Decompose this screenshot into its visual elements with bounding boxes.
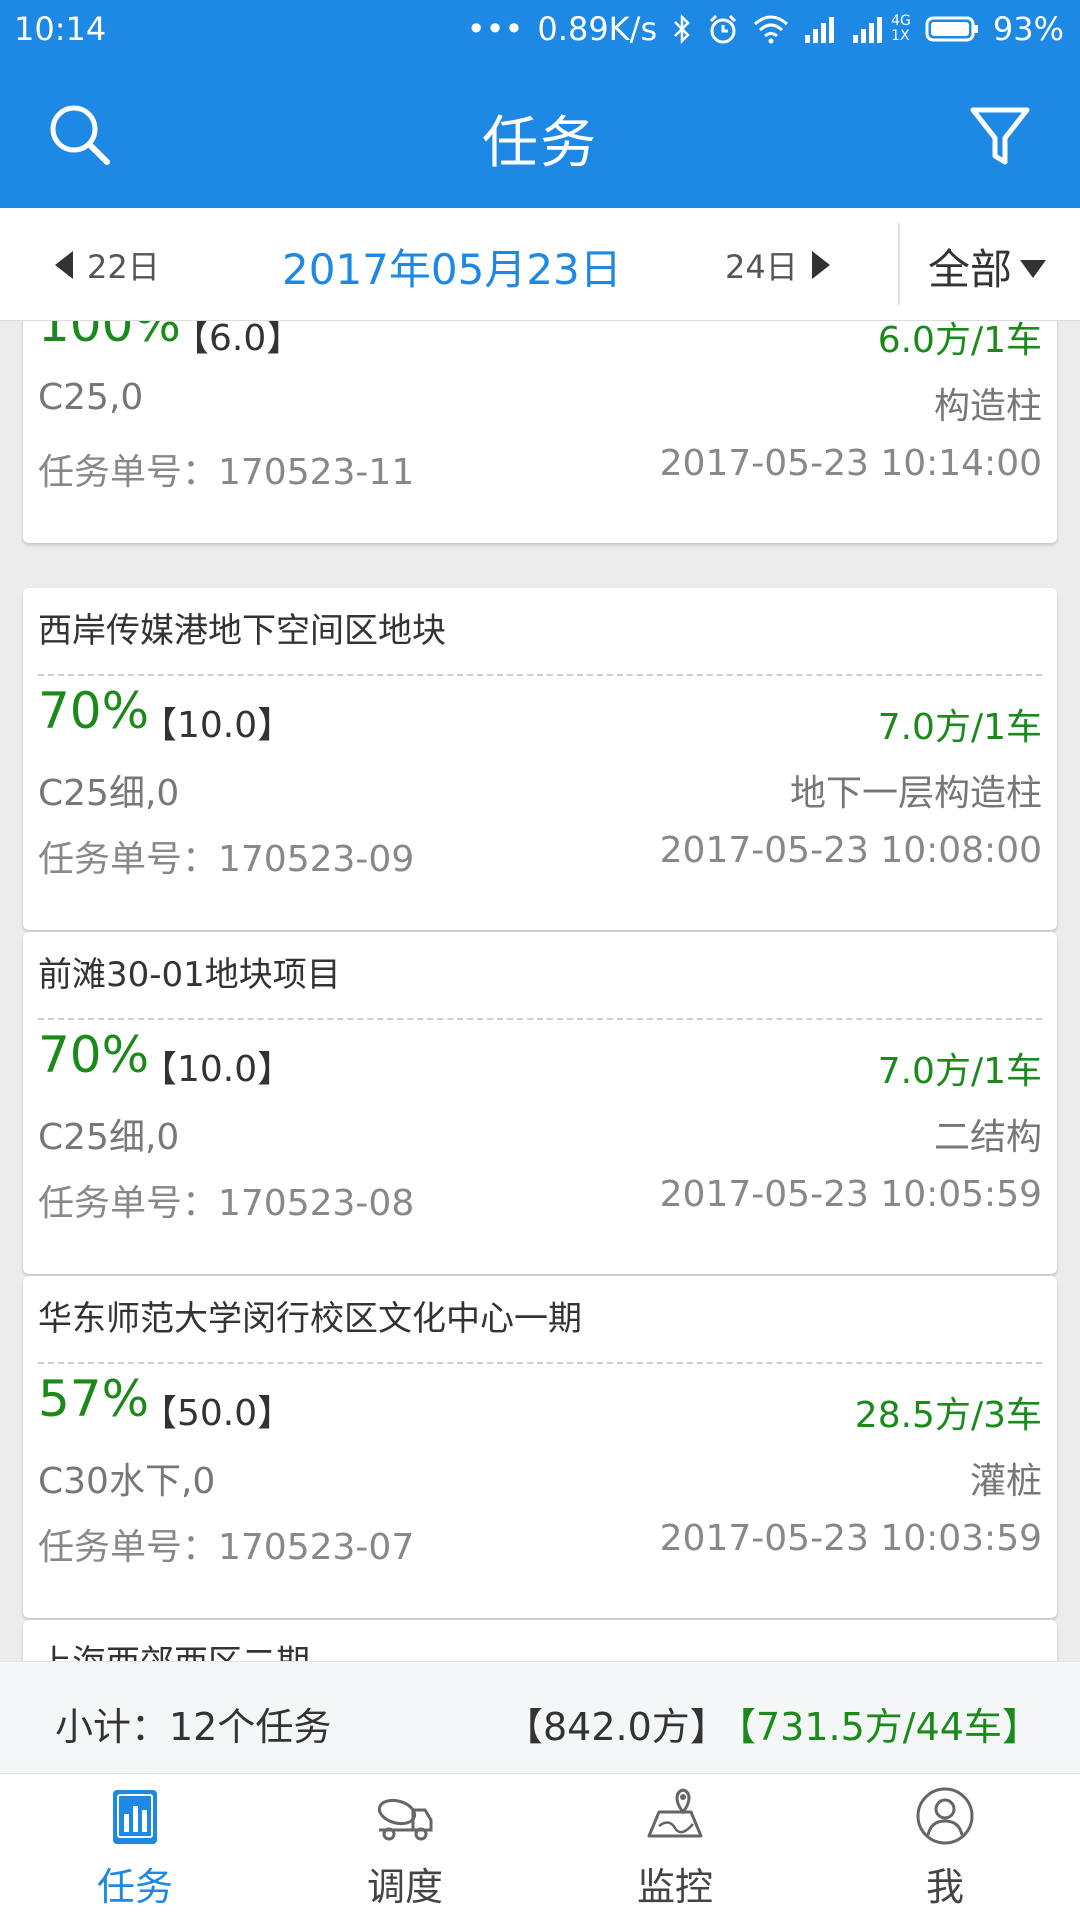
network-speed: 0.89K/s [537, 10, 658, 48]
task-project-name: 华东师范大学闵行校区文化中心一期 [38, 1276, 1042, 1364]
summary-bar: 小计：12个任务 【842.0方】 【731.5方/44车】 [0, 1661, 1080, 1774]
task-time: 2017-05-23 10:03:59 [659, 1518, 1042, 1559]
task-icon [113, 1790, 157, 1844]
task-percent: 70% [38, 1026, 150, 1084]
mixer-truck-icon [377, 1798, 433, 1841]
task-time: 2017-05-23 10:05:59 [659, 1174, 1042, 1215]
arrow-right-icon [811, 251, 830, 279]
task-percent: 100% [38, 321, 181, 353]
task-card[interactable]: 华东师范大学闵行校区文化中心一期 57% 【50.0】 28.5方/3车 C30… [23, 1276, 1057, 1618]
task-concrete-grade: C25细,0 [38, 773, 180, 814]
summary-plan-total: 【842.0方】 [505, 1705, 728, 1749]
battery-icon [925, 16, 978, 42]
date-bar: 22日 2017年05月23日 24日 全部 [0, 208, 1080, 321]
nav-tab-tasks[interactable]: 任务 [0, 1774, 270, 1921]
task-card[interactable]: 西岸传媒港地下空间区地块 70% 【10.0】 7.0方/1车 C25细,0 地… [23, 588, 1057, 930]
task-number: 任务单号：170523-09 [38, 839, 415, 880]
signal-icon [805, 17, 835, 43]
task-time: 2017-05-23 10:14:00 [659, 443, 1042, 484]
scope-dropdown[interactable]: 全部 [928, 236, 1047, 297]
sim-label: 1X [891, 28, 910, 44]
task-plan-volume: 【10.0】 [141, 705, 294, 746]
battery-percent: 93% [992, 10, 1064, 48]
bluetooth-icon [674, 13, 690, 45]
task-card[interactable]: 100% 【6.0】 6.0方/1车 C25,0 构造柱 任务单号：170523… [23, 321, 1057, 543]
status-bar: 10:14 ••• 0.89K/s 4G 1X 93% [0, 0, 1080, 58]
task-delivered-volume: 7.0方/1车 [877, 707, 1042, 748]
nav-tab-monitor[interactable]: 监控 [540, 1774, 810, 1921]
more-dots-icon: ••• [466, 10, 524, 48]
nav-label: 任务 [96, 1865, 173, 1909]
task-construction-part: 地下一层构造柱 [789, 773, 1042, 814]
task-delivered-volume: 6.0方/1车 [877, 321, 1042, 361]
nav-tab-dispatch[interactable]: 调度 [270, 1774, 540, 1921]
task-plan-volume: 【6.0】 [173, 321, 303, 359]
task-time: 2017-05-23 10:08:00 [659, 830, 1042, 871]
filter-icon [970, 107, 1030, 165]
prev-day-button[interactable]: 22日 [55, 242, 160, 288]
task-plan-volume: 【50.0】 [141, 1393, 294, 1434]
current-date[interactable]: 2017年05月23日 [282, 236, 622, 297]
network-type: 4G [891, 13, 911, 29]
status-time: 10:14 [14, 10, 107, 48]
next-day-label: 24日 [725, 248, 798, 286]
arrow-left-icon [55, 251, 73, 279]
app-header: 任务 [0, 58, 1080, 208]
task-concrete-grade: C30水下,0 [38, 1461, 216, 1502]
next-day-button[interactable]: 24日 [725, 242, 830, 288]
filter-button[interactable] [965, 100, 1035, 170]
task-construction-part: 构造柱 [933, 386, 1042, 427]
map-monitor-icon [647, 1788, 703, 1838]
task-percent: 70% [38, 682, 150, 740]
task-number: 任务单号：170523-11 [38, 452, 415, 493]
task-concrete-grade: C25,0 [38, 377, 144, 418]
page-title: 任务 [482, 111, 598, 176]
task-construction-part: 灌桩 [969, 1461, 1042, 1502]
nav-label: 调度 [366, 1865, 443, 1909]
task-construction-part: 二结构 [933, 1117, 1042, 1158]
task-card[interactable]: 前滩30-01地块项目 70% 【10.0】 7.0方/1车 C25细,0 二结… [23, 932, 1057, 1274]
dropdown-arrow-icon [1020, 259, 1047, 278]
nav-label: 我 [925, 1865, 964, 1909]
task-plan-volume: 【10.0】 [141, 1049, 294, 1090]
alarm-icon [710, 14, 737, 44]
task-delivered-volume: 28.5方/3车 [854, 1395, 1042, 1436]
divider [898, 223, 900, 305]
task-concrete-grade: C25细,0 [38, 1117, 180, 1158]
bottom-nav: 任务 调度 监控 我 [0, 1773, 1080, 1921]
task-card[interactable]: 上海西郊西区二期 [23, 1620, 1057, 1661]
scope-dropdown-label: 全部 [928, 245, 1013, 294]
task-project-name: 前滩30-01地块项目 [38, 932, 1042, 1020]
prev-day-label: 22日 [87, 248, 160, 286]
task-number: 任务单号：170523-08 [38, 1183, 415, 1224]
user-icon [916, 1787, 974, 1845]
task-percent: 57% [38, 1370, 150, 1428]
task-number: 任务单号：170523-07 [38, 1527, 415, 1568]
nav-label: 监控 [636, 1865, 713, 1909]
signal-4g-icon [853, 17, 883, 43]
nav-tab-me[interactable]: 我 [810, 1774, 1080, 1921]
task-project-name: 西岸传媒港地下空间区地块 [38, 588, 1042, 676]
status-icons: ••• 0.89K/s 4G 1X 93% [467, 10, 1064, 48]
network-type-label: 4G 1X [891, 14, 911, 44]
task-delivered-volume: 7.0方/1车 [877, 1051, 1042, 1092]
task-project-name: 上海西郊西区二期 [38, 1620, 1042, 1661]
wifi-icon [754, 15, 789, 44]
summary-task-count: 小计：12个任务 [55, 1705, 332, 1749]
summary-done-total: 【731.5方/44车】 [718, 1705, 1040, 1749]
task-list[interactable]: 100% 【6.0】 6.0方/1车 C25,0 构造柱 任务单号：170523… [0, 321, 1080, 1661]
